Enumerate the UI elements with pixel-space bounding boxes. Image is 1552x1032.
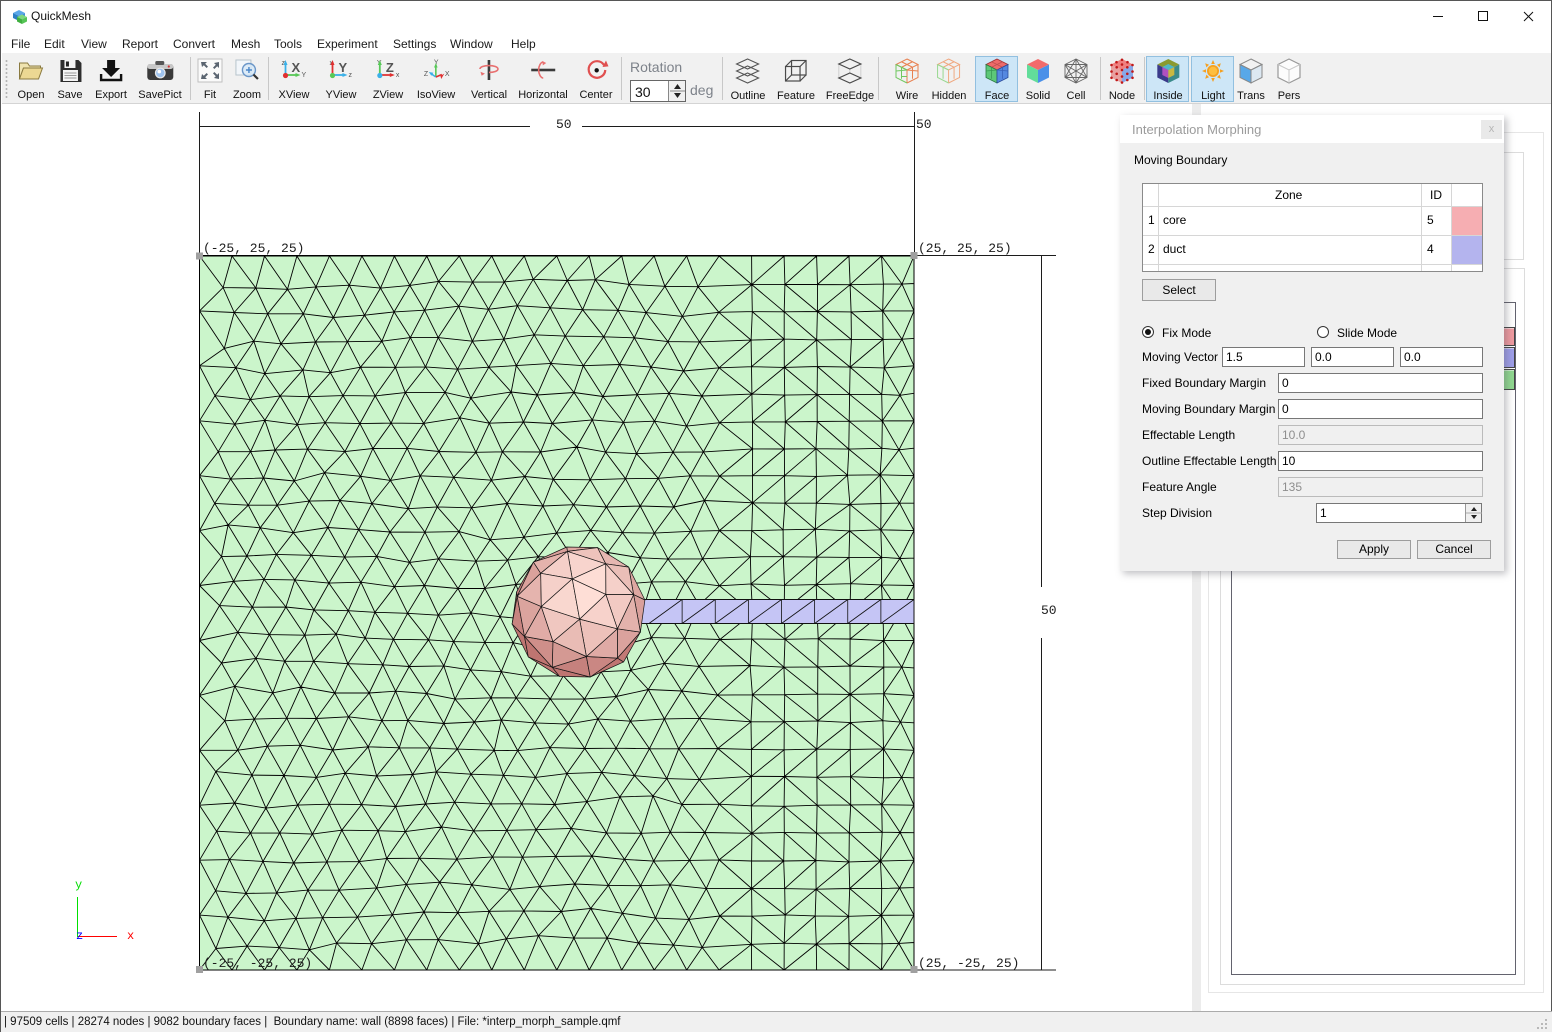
svg-text:x: x [127,929,134,943]
svg-text:(25, -25, 25): (25, -25, 25) [918,956,1019,971]
svg-text:50: 50 [556,117,572,132]
svg-text:y: y [75,878,82,892]
svg-text:z: z [76,929,83,943]
svg-text:(-25, -25, 25): (-25, -25, 25) [203,956,312,971]
svg-text:50: 50 [916,117,932,132]
svg-text:50: 50 [1041,603,1057,618]
svg-text:(25, 25, 25): (25, 25, 25) [918,241,1012,256]
svg-text:(-25, 25, 25): (-25, 25, 25) [203,241,304,256]
